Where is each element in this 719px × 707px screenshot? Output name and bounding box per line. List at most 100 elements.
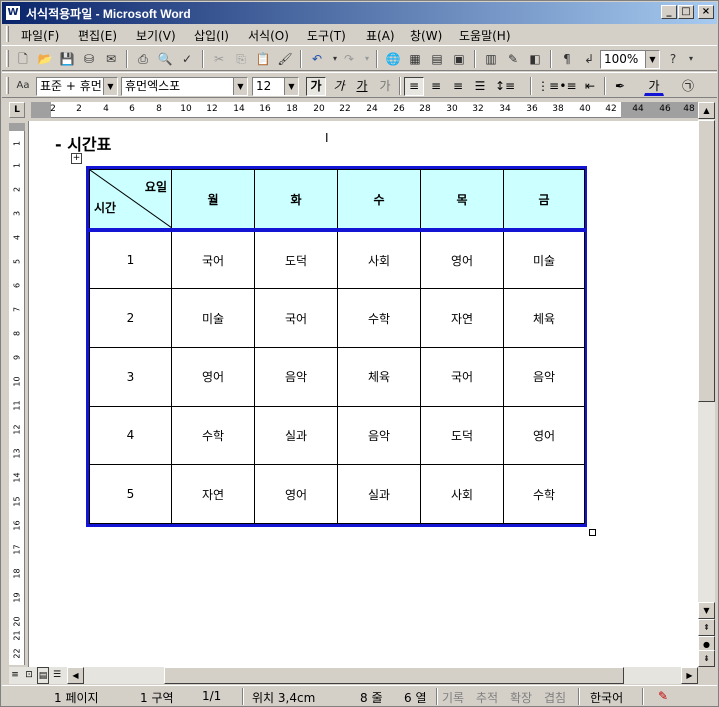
save-icon[interactable]: 💾 xyxy=(58,50,76,68)
subject-cell[interactable]: 영어 xyxy=(420,229,504,290)
status-track[interactable]: 추적 xyxy=(476,689,498,706)
reading-icon[interactable]: ↲ xyxy=(580,50,598,68)
print-preview-icon[interactable]: 🔍 xyxy=(156,50,174,68)
cut-icon[interactable]: ✂ xyxy=(210,50,228,68)
distribute-icon[interactable]: ☰ xyxy=(470,77,490,96)
document-map-icon[interactable]: ◧ xyxy=(526,50,544,68)
subject-cell[interactable]: 음악 xyxy=(337,405,421,466)
toolbar-grip[interactable] xyxy=(6,50,9,67)
subject-cell[interactable]: 사회 xyxy=(420,464,504,524)
subject-cell[interactable]: 수학 xyxy=(171,405,255,466)
timetable[interactable]: 요일 시간 월 화 수 목 금 1 국어 도덕 사회 영어 미술 2 미술 국어… xyxy=(86,166,587,527)
print-layout-icon[interactable]: ▤ xyxy=(37,667,49,684)
subject-cell[interactable]: 자연 xyxy=(171,464,255,524)
outline-view-icon[interactable]: ☰ xyxy=(51,667,63,684)
shadow-button[interactable]: 가 xyxy=(375,77,395,96)
subject-cell[interactable]: 자연 xyxy=(420,288,504,348)
font-color-button[interactable]: 가 xyxy=(644,77,664,96)
subject-cell[interactable]: 국어 xyxy=(420,346,504,407)
zoom-combo[interactable]: 100% ▼ xyxy=(600,50,660,69)
subject-cell[interactable]: 실과 xyxy=(337,464,421,524)
horizontal-ruler[interactable]: 2 2 4 6 8 10 12 14 16 18 20 22 24 26 28 … xyxy=(31,102,698,118)
subject-cell[interactable]: 음악 xyxy=(254,346,338,407)
chevron-down-icon[interactable]: ▼ xyxy=(233,78,247,95)
day-header[interactable]: 수 xyxy=(337,169,421,233)
permission-icon[interactable]: ⛁ xyxy=(80,50,98,68)
align-justify-icon[interactable]: ≡ xyxy=(404,77,424,96)
subject-cell[interactable]: 도덕 xyxy=(420,405,504,466)
menu-insert[interactable]: 삽입(I) xyxy=(194,27,229,44)
subject-cell[interactable]: 실과 xyxy=(254,405,338,466)
horizontal-scroll-thumb[interactable] xyxy=(164,667,624,684)
copy-icon[interactable]: ⎘ xyxy=(232,50,250,68)
subject-cell[interactable]: 도덕 xyxy=(254,229,338,290)
maximize-button[interactable]: □ xyxy=(678,5,694,19)
open-icon[interactable]: 📂 xyxy=(36,50,54,68)
bullets-icon[interactable]: •≡ xyxy=(558,77,578,96)
vertical-scroll-thumb[interactable] xyxy=(698,120,715,402)
subject-cell[interactable]: 영어 xyxy=(254,464,338,524)
underline-button[interactable]: 가 xyxy=(352,77,372,96)
redo-icon[interactable]: ↷ xyxy=(340,50,358,68)
subject-cell[interactable]: 미술 xyxy=(171,288,255,348)
scroll-down-icon[interactable]: ▼ xyxy=(698,602,715,619)
menu-view[interactable]: 보기(V) xyxy=(136,27,176,44)
help-icon[interactable]: ? xyxy=(664,50,682,68)
subject-cell[interactable]: 국어 xyxy=(254,288,338,348)
toolbar-grip[interactable] xyxy=(6,77,9,94)
menu-edit[interactable]: 편집(E) xyxy=(78,27,117,44)
numbering-icon[interactable]: ⋮≡ xyxy=(536,77,559,96)
subject-cell[interactable]: 수학 xyxy=(337,288,421,348)
previous-page-icon[interactable]: ⇞ xyxy=(698,619,715,636)
menu-tools[interactable]: 도구(T) xyxy=(307,27,346,44)
subject-cell[interactable]: 체육 xyxy=(337,346,421,407)
status-extend[interactable]: 확장 xyxy=(510,689,532,706)
subject-cell[interactable]: 영어 xyxy=(503,405,585,466)
font-size-combo[interactable]: 12 ▼ xyxy=(252,77,299,96)
period-cell[interactable]: 4 xyxy=(89,405,172,466)
normal-view-icon[interactable]: ≡ xyxy=(9,667,21,684)
table-move-handle-icon[interactable]: + xyxy=(71,153,82,164)
decrease-indent-icon[interactable]: ⇤ xyxy=(580,77,600,96)
undo-icon[interactable]: ↶ xyxy=(308,50,326,68)
day-header[interactable]: 금 xyxy=(503,169,585,233)
menu-file[interactable]: 파일(F) xyxy=(21,27,59,44)
subject-cell[interactable]: 영어 xyxy=(171,346,255,407)
close-button[interactable]: × xyxy=(698,5,714,19)
subject-cell[interactable]: 음악 xyxy=(503,346,585,407)
document-heading[interactable]: - 시간표 xyxy=(55,131,111,155)
align-center-icon[interactable]: ≡ xyxy=(426,77,446,96)
line-spacing-icon[interactable]: ↕≡ xyxy=(494,77,515,96)
period-cell[interactable]: 1 xyxy=(89,229,172,290)
menu-help[interactable]: 도움말(H) xyxy=(459,27,511,44)
print-icon[interactable]: ⎙ xyxy=(134,50,152,68)
menu-table[interactable]: 표(A) xyxy=(366,27,395,44)
subject-cell[interactable]: 국어 xyxy=(171,229,255,290)
style-combo[interactable]: 표준 + 휴먼' ▼ xyxy=(36,77,118,96)
day-header[interactable]: 월 xyxy=(171,169,255,233)
tables-borders-icon[interactable]: ▦ xyxy=(406,50,424,68)
subject-cell[interactable]: 사회 xyxy=(337,229,421,290)
highlight-icon[interactable]: ✒ xyxy=(610,77,630,96)
horizontal-scrollbar[interactable]: ≡ ⊡ ▤ ☰ ◀ ▶ xyxy=(9,667,698,684)
day-header[interactable]: 목 xyxy=(420,169,504,233)
day-header[interactable]: 화 xyxy=(254,169,338,233)
columns-icon[interactable]: ▥ xyxy=(482,50,500,68)
web-layout-icon[interactable]: ⊡ xyxy=(23,667,35,684)
vertical-scrollbar[interactable]: ▲ ▼ ⇞ ● ⇟ xyxy=(698,102,715,667)
minimize-button[interactable]: _ xyxy=(661,5,677,19)
subject-cell[interactable]: 수학 xyxy=(503,464,585,524)
insert-table-icon[interactable]: ▤ xyxy=(428,50,446,68)
next-page-icon[interactable]: ⇟ xyxy=(698,650,715,667)
align-right-icon[interactable]: ≡ xyxy=(448,77,468,96)
styles-pane-icon[interactable]: Aa xyxy=(14,77,32,95)
hyperlink-icon[interactable]: 🌐 xyxy=(384,50,402,68)
menu-format[interactable]: 서식(O) xyxy=(248,27,289,44)
chevron-down-icon[interactable]: ▼ xyxy=(284,78,298,95)
chevron-down-icon[interactable]: ▼ xyxy=(645,51,659,68)
status-language[interactable]: 한국어 xyxy=(590,689,623,706)
show-hide-icon[interactable]: ¶ xyxy=(558,50,576,68)
status-record[interactable]: 기록 xyxy=(442,689,464,706)
status-overtype[interactable]: 겹침 xyxy=(544,689,566,706)
table-resize-handle[interactable] xyxy=(589,529,596,536)
